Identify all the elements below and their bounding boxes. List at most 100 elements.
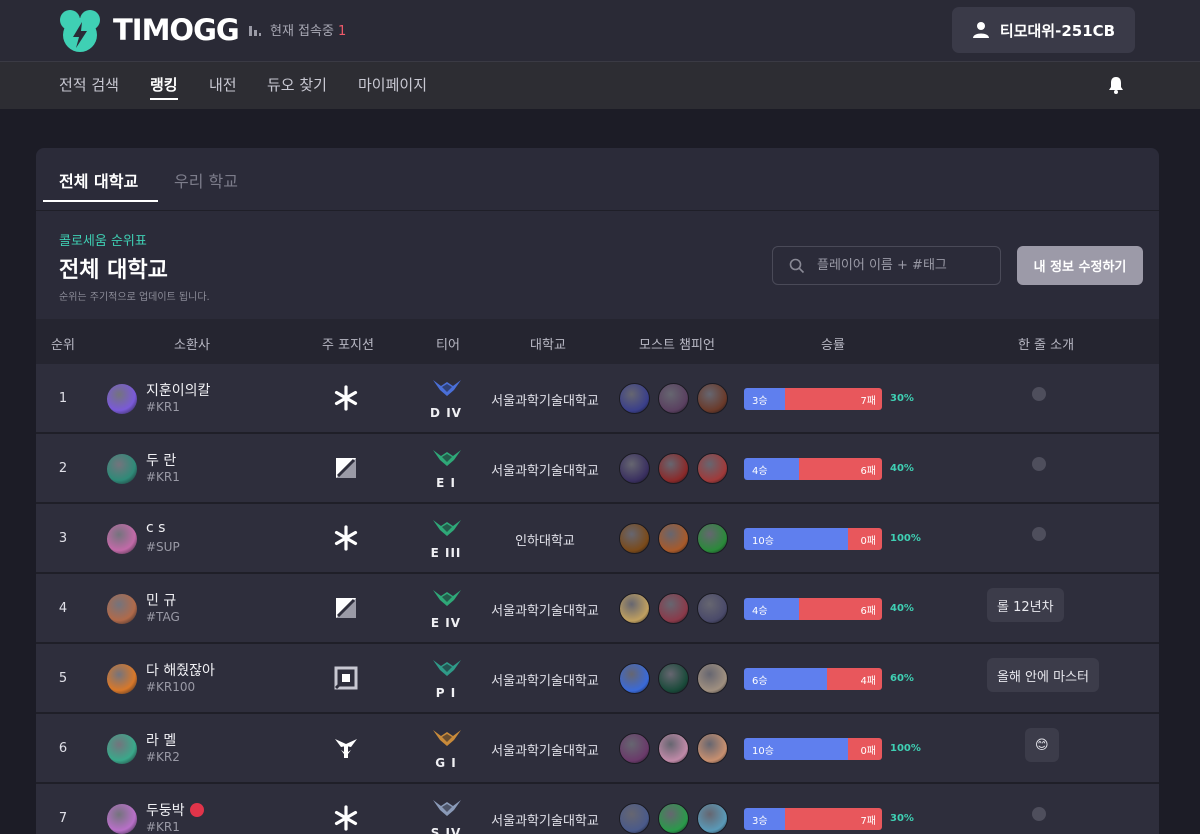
- university-name: 서울과학기술대학교: [491, 464, 599, 479]
- champion-icon[interactable]: [619, 663, 650, 694]
- tier-emblem-icon: [431, 726, 463, 750]
- nav-my-page[interactable]: 마이페이지: [358, 74, 427, 95]
- table-row[interactable]: 7 두둥박 #KR1 S IV 서울과학기술대학교 3승 7패 30%: [36, 784, 1159, 834]
- avatar[interactable]: [107, 804, 137, 834]
- champion-icon[interactable]: [619, 383, 650, 414]
- champion-icon[interactable]: [697, 733, 728, 764]
- champion-icon[interactable]: [658, 383, 689, 414]
- champion-icon[interactable]: [619, 593, 650, 624]
- champion-icon[interactable]: [697, 523, 728, 554]
- tier-text: D IV: [430, 406, 462, 420]
- winrate-bar: 10승 0패: [744, 738, 882, 760]
- winrate-bar: 3승 7패: [744, 808, 882, 830]
- university-name: 서울과학기술대학교: [491, 814, 599, 829]
- summoner-name[interactable]: 지훈이의칼: [146, 380, 210, 400]
- champion-icon[interactable]: [658, 593, 689, 624]
- tab-active-indicator: [43, 200, 158, 202]
- champion-icon[interactable]: [697, 663, 728, 694]
- summoner-name[interactable]: 라 멜: [146, 730, 176, 750]
- avatar[interactable]: [107, 734, 137, 764]
- nav-duo-find[interactable]: 듀오 찾기: [267, 74, 327, 95]
- nav-active-indicator: [150, 98, 178, 100]
- position-top-icon: [332, 734, 360, 762]
- rank-number: 3: [58, 531, 68, 546]
- champion-icon[interactable]: [658, 663, 689, 694]
- champion-icon[interactable]: [697, 593, 728, 624]
- tier-emblem-icon: [431, 376, 463, 400]
- tier-text: G I: [435, 756, 457, 770]
- summoner-name[interactable]: 민 규: [146, 590, 176, 610]
- champion-icon[interactable]: [658, 803, 689, 834]
- logo-text[interactable]: TIMOGG: [113, 13, 240, 47]
- ranking-table-body: 1 지훈이의칼 #KR1 D IV 서울과학기술대학교 3승 7패 30% 2 두 란 #KR1 E …: [36, 364, 1159, 834]
- table-row[interactable]: 6 라 멜 #KR2 G I 서울과학기술대학교 10승 0패 100% 😊: [36, 714, 1159, 784]
- summoner-tag: #SUP: [146, 540, 180, 554]
- rank-number: 2: [58, 461, 68, 476]
- champion-icon[interactable]: [658, 523, 689, 554]
- user-icon: [972, 22, 989, 38]
- nav-scrim[interactable]: 내전: [209, 74, 237, 95]
- avatar[interactable]: [107, 664, 137, 694]
- intro-bubble: 올해 안에 마스터: [987, 658, 1099, 692]
- avatar[interactable]: [107, 384, 137, 414]
- intro-empty-dot: [1032, 457, 1046, 471]
- position-support-icon: [332, 804, 360, 832]
- position-support-icon: [332, 384, 360, 412]
- main-nav: 전적 검색 랭킹 내전 듀오 찾기 마이페이지: [0, 61, 1200, 109]
- user-name: 티모대위-251CB: [999, 21, 1116, 40]
- university-name: 서울과학기술대학교: [491, 744, 599, 759]
- table-row[interactable]: 1 지훈이의칼 #KR1 D IV 서울과학기술대학교 3승 7패 30%: [36, 364, 1159, 434]
- ranking-panel: 전체 대학교 우리 학교 콜로세움 순위표 전체 대학교 순위는 주기적으로 업…: [36, 148, 1159, 834]
- tier-emblem-icon: [431, 656, 463, 680]
- bell-icon[interactable]: [1106, 75, 1126, 95]
- user-profile-button[interactable]: 티모대위-251CB: [952, 7, 1135, 53]
- rank-number: 4: [58, 601, 68, 616]
- champion-icon[interactable]: [658, 453, 689, 484]
- champion-icon[interactable]: [619, 733, 650, 764]
- losses-segment: 6패: [799, 458, 882, 480]
- champion-icon[interactable]: [697, 453, 728, 484]
- player-search[interactable]: [772, 246, 1001, 285]
- table-row[interactable]: 3 c s #SUP E III 인하대학교 10승 0패 100%: [36, 504, 1159, 574]
- col-university: 대학교: [530, 338, 566, 353]
- logo-icon[interactable]: [58, 9, 102, 53]
- table-row[interactable]: 4 민 규 #TAG E IV 서울과학기술대학교 4승 6패 40% 롤 12년차: [36, 574, 1159, 644]
- search-input[interactable]: [817, 258, 987, 273]
- summoner-name[interactable]: 두 란: [146, 450, 176, 470]
- champion-icon[interactable]: [697, 803, 728, 834]
- ranking-title: 전체 대학교: [59, 258, 168, 283]
- ranking-subtitle: 콜로세움 순위표: [59, 234, 147, 249]
- avatar[interactable]: [107, 454, 137, 484]
- summoner-tag: #KR100: [146, 680, 196, 694]
- avatar[interactable]: [107, 594, 137, 624]
- tab-all-universities[interactable]: 전체 대학교: [59, 168, 138, 192]
- champion-icon[interactable]: [619, 803, 650, 834]
- summoner-name[interactable]: c s: [146, 520, 165, 536]
- avatar[interactable]: [107, 524, 137, 554]
- tab-my-school[interactable]: 우리 학교: [174, 168, 238, 192]
- nav-record-search[interactable]: 전적 검색: [59, 74, 119, 95]
- winrate-percent: 30%: [890, 393, 914, 404]
- summoner-tag: #KR1: [146, 470, 180, 484]
- winrate-bar: 10승 0패: [744, 528, 882, 550]
- winrate-percent: 60%: [890, 673, 914, 684]
- champion-icon[interactable]: [697, 383, 728, 414]
- summoner-name[interactable]: 두둥박: [146, 800, 185, 820]
- champion-icon[interactable]: [658, 733, 689, 764]
- position-support-icon: [332, 524, 360, 552]
- champion-icon[interactable]: [619, 453, 650, 484]
- champion-icon[interactable]: [619, 523, 650, 554]
- table-row[interactable]: 5 다 해줬잖아 #KR100 P I 서울과학기술대학교 6승 4패 60% 올해 안에 마스…: [36, 644, 1159, 714]
- wins-segment: 3승: [744, 388, 786, 410]
- col-intro: 한 줄 소개: [1017, 338, 1075, 353]
- table-row[interactable]: 2 두 란 #KR1 E I 서울과학기술대학교 4승 6패 40%: [36, 434, 1159, 504]
- tier-text: E III: [430, 546, 462, 560]
- search-icon: [789, 258, 805, 273]
- summoner-tag: #KR1: [146, 820, 180, 834]
- summoner-tag: #KR1: [146, 400, 180, 414]
- nav-ranking[interactable]: 랭킹: [150, 74, 178, 95]
- edit-profile-button[interactable]: 내 정보 수정하기: [1017, 246, 1143, 285]
- summoner-tag: #TAG: [146, 610, 180, 624]
- summoner-name[interactable]: 다 해줬잖아: [146, 660, 215, 680]
- summoner-tag: #KR2: [146, 750, 180, 764]
